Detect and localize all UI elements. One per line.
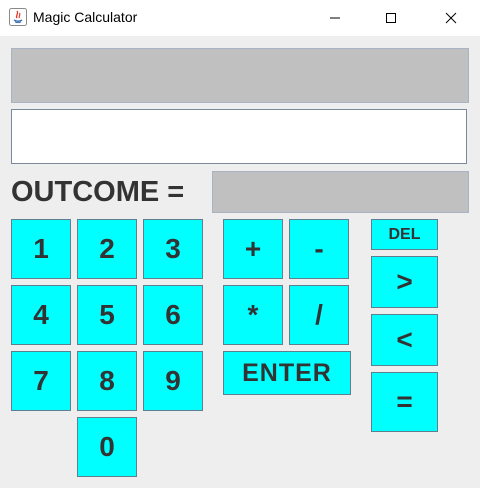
minimize-icon bbox=[330, 17, 340, 19]
title-bar: Magic Calculator bbox=[0, 0, 480, 36]
minimize-button[interactable] bbox=[312, 0, 358, 36]
digit-1-button[interactable]: 1 bbox=[11, 219, 71, 279]
close-icon bbox=[445, 12, 457, 24]
maximize-button[interactable] bbox=[368, 0, 414, 36]
delete-button[interactable]: DEL bbox=[371, 219, 438, 250]
greater-than-button[interactable]: > bbox=[371, 256, 438, 308]
digit-3-button[interactable]: 3 bbox=[143, 219, 203, 279]
digit-2-button[interactable]: 2 bbox=[77, 219, 137, 279]
outcome-display bbox=[212, 171, 469, 213]
digit-6-button[interactable]: 6 bbox=[143, 285, 203, 345]
digit-4-button[interactable]: 4 bbox=[11, 285, 71, 345]
outcome-label: OUTCOME = bbox=[11, 176, 185, 208]
input-field[interactable] bbox=[11, 109, 467, 164]
expression-display bbox=[11, 48, 469, 103]
digit-0-button[interactable]: 0 bbox=[77, 417, 137, 477]
plus-button[interactable]: + bbox=[223, 219, 283, 279]
less-than-button[interactable]: < bbox=[371, 314, 438, 366]
multiply-button[interactable]: * bbox=[223, 285, 283, 345]
divide-button[interactable]: / bbox=[289, 285, 349, 345]
minus-button[interactable]: - bbox=[289, 219, 349, 279]
java-app-icon bbox=[9, 8, 27, 26]
digit-5-button[interactable]: 5 bbox=[77, 285, 137, 345]
digit-7-button[interactable]: 7 bbox=[11, 351, 71, 411]
window-title: Magic Calculator bbox=[33, 9, 138, 25]
digit-8-button[interactable]: 8 bbox=[77, 351, 137, 411]
close-button[interactable] bbox=[428, 0, 474, 36]
enter-button[interactable]: ENTER bbox=[223, 351, 351, 395]
digit-9-button[interactable]: 9 bbox=[143, 351, 203, 411]
equals-button[interactable]: = bbox=[371, 372, 438, 432]
maximize-icon bbox=[386, 13, 396, 23]
